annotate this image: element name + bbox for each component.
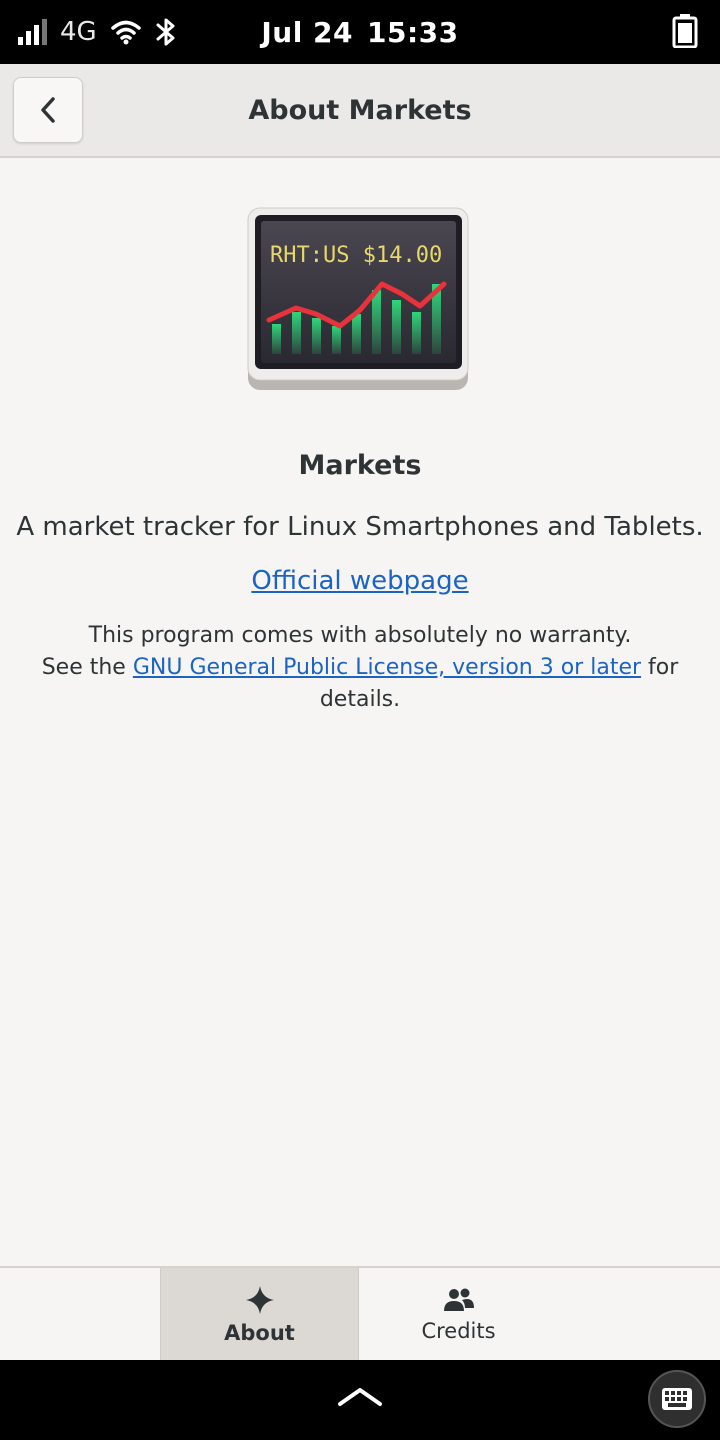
tab-about[interactable]: About: [160, 1268, 359, 1362]
status-bar: 4G Jul 24 15:33: [0, 0, 720, 64]
time-label: 15:33: [367, 15, 459, 49]
official-webpage-link[interactable]: Official webpage: [251, 566, 468, 596]
app-description: A market tracker for Linux Smartphones a…: [16, 512, 704, 542]
license-line: See the GNU General Public License, vers…: [20, 652, 700, 716]
system-nav-bar: [0, 1360, 720, 1440]
page-title: About Markets: [248, 94, 472, 126]
website-row: Official webpage: [0, 566, 720, 596]
clock: Jul 24 15:33: [0, 0, 720, 64]
app-name: Markets: [298, 450, 422, 481]
keyboard-toggle-button[interactable]: [648, 1370, 706, 1428]
warranty-line: This program comes with absolutely no wa…: [88, 623, 632, 648]
chevron-up-icon[interactable]: [336, 1382, 384, 1410]
people-icon: [443, 1288, 474, 1311]
about-page: RHT:US $14.00 Markets A market tracker f…: [0, 158, 720, 1266]
view-switcher-bar: About Credits: [0, 1266, 720, 1362]
tab-credits-label: Credits: [421, 1319, 496, 1343]
battery-icon: [672, 14, 698, 49]
tab-about-label: About: [224, 1321, 295, 1345]
tab-credits[interactable]: Credits: [359, 1268, 558, 1362]
keyboard-icon: [662, 1388, 692, 1410]
sparkle-icon: [245, 1286, 274, 1314]
ticker-text: RHT:US $14.00: [270, 243, 442, 268]
license-text: This program comes with absolutely no wa…: [20, 620, 700, 716]
license-prefix: See the: [41, 655, 133, 680]
date-label: Jul 24: [261, 15, 354, 49]
app-icon: RHT:US $14.00: [247, 207, 469, 390]
gpl-license-link[interactable]: GNU General Public License, version 3 or…: [133, 655, 641, 680]
header-bar: About Markets: [0, 64, 720, 158]
